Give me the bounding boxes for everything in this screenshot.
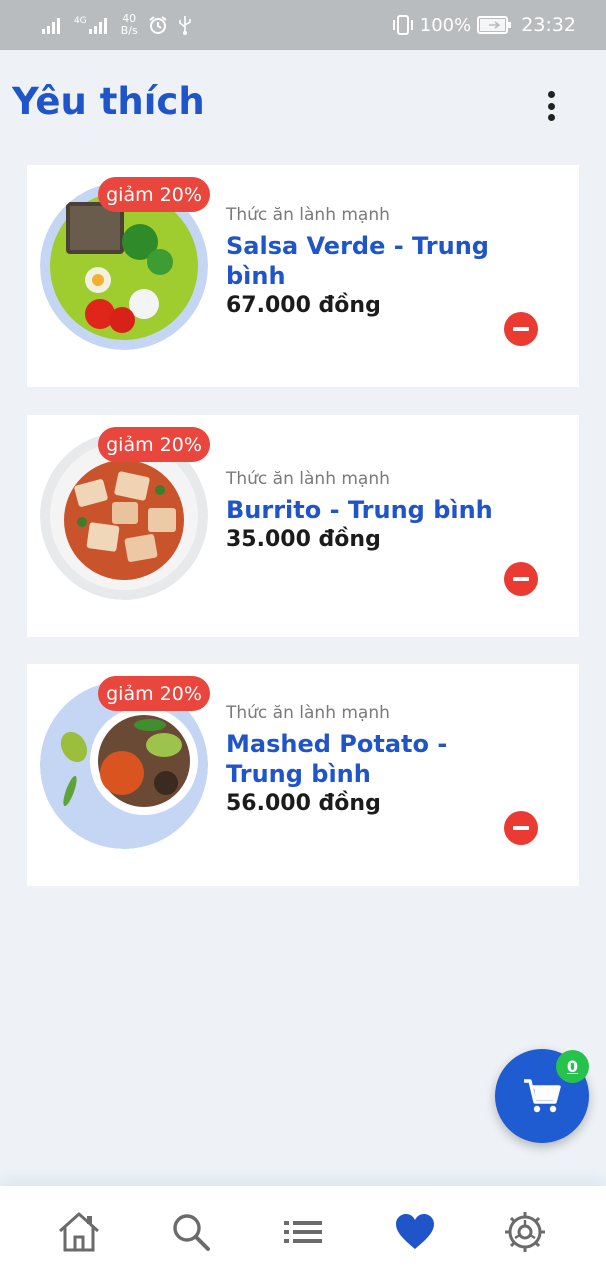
cart-count-badge: 0 bbox=[556, 1050, 589, 1083]
more-vertical-icon[interactable] bbox=[536, 88, 566, 124]
signal-4g-icon: 4G bbox=[74, 16, 111, 34]
favorite-card[interactable]: giảm 20% Thức ăn lành mạnh Salsa Verde -… bbox=[27, 165, 579, 387]
battery-charging-icon bbox=[477, 16, 512, 34]
item-category: Thức ăn lành mạnh bbox=[226, 205, 390, 225]
item-price: 56.000 đồng bbox=[226, 791, 381, 816]
item-name[interactable]: Burrito - Trung bình bbox=[226, 495, 516, 525]
alarm-icon bbox=[149, 16, 167, 34]
nav-favorites[interactable] bbox=[391, 1208, 439, 1256]
vibrate-icon bbox=[392, 15, 413, 35]
signal-icon bbox=[42, 18, 60, 34]
usb-icon bbox=[178, 16, 191, 35]
item-price: 35.000 đồng bbox=[226, 527, 381, 552]
discount-badge: giảm 20% bbox=[98, 177, 210, 212]
favorite-card[interactable]: giảm 20% Thức ăn lành mạnh Mashed Potato… bbox=[27, 664, 579, 886]
cart-icon bbox=[524, 1079, 561, 1113]
minus-icon bbox=[513, 577, 529, 581]
item-price: 67.000 đồng bbox=[226, 293, 381, 318]
clock: 23:32 bbox=[521, 14, 576, 36]
discount-badge: giảm 20% bbox=[98, 427, 210, 462]
item-info: Thức ăn lành mạnh Burrito - Trung bình 3… bbox=[226, 467, 516, 555]
status-bar: 4G 40 B/s 100% 23:32 bbox=[0, 0, 606, 50]
heart-icon bbox=[396, 1214, 434, 1249]
minus-icon bbox=[513, 327, 529, 331]
item-name[interactable]: Salsa Verde - Trung bình bbox=[226, 231, 516, 291]
settings-icon bbox=[505, 1212, 545, 1252]
item-info: Thức ăn lành mạnh Mashed Potato - Trung … bbox=[226, 701, 516, 819]
battery-percent: 100% bbox=[419, 14, 472, 36]
page-title: Yêu thích bbox=[12, 80, 205, 123]
favorite-card[interactable]: giảm 20% Thức ăn lành mạnh Burrito - Tru… bbox=[27, 415, 579, 637]
remove-favorite-button[interactable] bbox=[504, 811, 538, 845]
bottom-nav bbox=[0, 1186, 606, 1280]
remove-favorite-button[interactable] bbox=[504, 312, 538, 346]
nav-home[interactable] bbox=[55, 1208, 103, 1256]
search-icon bbox=[173, 1214, 210, 1251]
home-icon bbox=[58, 1212, 100, 1252]
nav-search[interactable] bbox=[167, 1208, 215, 1256]
net-speed: 40 B/s bbox=[121, 13, 138, 37]
network-type-label: 4G bbox=[74, 16, 87, 26]
minus-icon bbox=[513, 826, 529, 830]
item-category: Thức ăn lành mạnh bbox=[226, 469, 390, 489]
remove-favorite-button[interactable] bbox=[504, 562, 538, 596]
app-header: Yêu thích bbox=[0, 50, 606, 160]
status-right: 100% 23:32 bbox=[392, 10, 576, 40]
item-category: Thức ăn lành mạnh bbox=[226, 703, 390, 723]
list-icon bbox=[284, 1221, 322, 1243]
discount-badge: giảm 20% bbox=[98, 676, 210, 711]
net-speed-unit: B/s bbox=[120, 24, 138, 37]
nav-list[interactable] bbox=[279, 1208, 327, 1256]
status-left: 4G 40 B/s bbox=[42, 10, 192, 40]
nav-settings[interactable] bbox=[501, 1208, 549, 1256]
item-name[interactable]: Mashed Potato - Trung bình bbox=[226, 729, 516, 789]
item-info: Thức ăn lành mạnh Salsa Verde - Trung bì… bbox=[226, 203, 516, 321]
